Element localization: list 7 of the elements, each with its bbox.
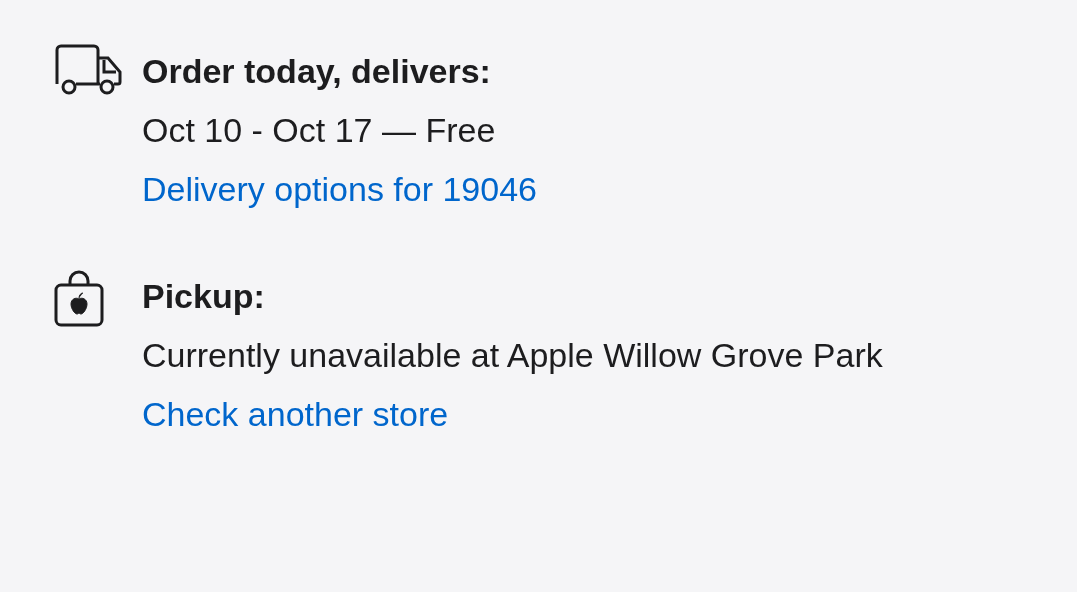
- section-detail: Oct 10 - Oct 17 — Free: [142, 110, 497, 151]
- section-link[interactable]: Delivery options for 19046: [142, 160, 537, 219]
- shopping-bag-icon: [52, 269, 106, 327]
- section-detail: Currently unavailable at Apple Willow Grove Park: [142, 335, 884, 376]
- section-heading: Order today, delivers:: [142, 51, 492, 92]
- section-heading: Pickup:: [142, 276, 266, 317]
- section-link[interactable]: Check another store: [142, 385, 449, 444]
